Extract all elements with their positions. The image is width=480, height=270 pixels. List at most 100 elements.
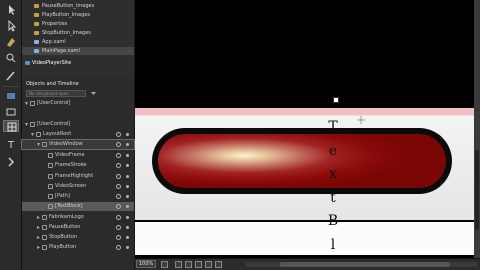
- project-item[interactable]: PlayButton_Images: [22, 11, 134, 19]
- zoom-level-field[interactable]: 100%: [136, 260, 156, 268]
- resize-handle[interactable]: [333, 97, 339, 103]
- lock-dot-icon[interactable]: [126, 154, 129, 157]
- tree-row[interactable]: FrameStroke: [22, 161, 134, 170]
- rectangle-tool-icon[interactable]: [3, 106, 19, 118]
- collapsed-arrow-icon[interactable]: [37, 226, 40, 229]
- tree-row-label: FrameHighlight: [55, 173, 94, 179]
- project-item[interactable]: App.xaml: [22, 38, 134, 46]
- visibility-eye-icon[interactable]: [116, 204, 121, 209]
- tree-row[interactable]: PlayButton: [22, 243, 134, 252]
- svg-text:T: T: [7, 140, 15, 150]
- collapsed-arrow-icon[interactable]: [37, 246, 40, 249]
- pan-tool-icon[interactable]: [3, 36, 19, 48]
- project-item[interactable]: VideoPlayerSite: [22, 59, 134, 67]
- xaml-file-icon: [34, 40, 39, 44]
- shape-icon: [48, 174, 53, 179]
- expand-arrow-icon[interactable]: [37, 143, 40, 146]
- project-item[interactable]: Properties: [22, 20, 134, 28]
- toolbar-divider: [3, 86, 19, 87]
- textblock-vertical[interactable]: T e x t B l: [325, 116, 341, 258]
- textblock-icon: [48, 204, 53, 209]
- text-letter: e: [328, 142, 338, 159]
- artboard[interactable]: T e x t B l: [135, 0, 480, 258]
- tree-row[interactable]: VideoFrame: [22, 151, 134, 160]
- direct-select-tool-icon[interactable]: [3, 20, 19, 32]
- visibility-eye-icon[interactable]: [116, 194, 121, 199]
- tree-row[interactable]: VideoScreen: [22, 182, 134, 191]
- project-item[interactable]: PauseButton_Images: [22, 2, 134, 10]
- lock-dot-icon[interactable]: [126, 226, 129, 229]
- tree-row[interactable]: FrameHighlight: [22, 172, 134, 181]
- lock-dot-icon[interactable]: [126, 175, 129, 178]
- video-screen[interactable]: [158, 134, 446, 188]
- collapsed-arrow-icon[interactable]: [37, 236, 40, 239]
- visibility-eye-icon[interactable]: [116, 142, 121, 147]
- effects-toggle-icon[interactable]: [205, 261, 212, 268]
- artboard-scroll-thumb[interactable]: [475, 150, 479, 230]
- text-letter: B: [327, 213, 339, 230]
- visibility-eye-icon[interactable]: [116, 174, 121, 179]
- visibility-eye-icon[interactable]: [116, 153, 121, 158]
- show-grid-icon[interactable]: [185, 261, 192, 268]
- lock-dot-icon[interactable]: [126, 205, 129, 208]
- tree-row-selected[interactable]: [TextBlock]: [22, 202, 134, 211]
- expand-arrow-icon[interactable]: [25, 102, 28, 105]
- visibility-eye-icon[interactable]: [116, 132, 121, 137]
- tree-row[interactable]: [Path]: [22, 192, 134, 201]
- horizontal-scroll-thumb[interactable]: [280, 262, 450, 267]
- button-icon: [42, 235, 47, 240]
- grid-icon: [42, 142, 47, 147]
- folder-icon: [34, 22, 39, 26]
- project-item-selected[interactable]: MainPage.xaml: [22, 47, 134, 55]
- expand-arrow-icon[interactable]: [25, 123, 28, 126]
- lock-dot-icon[interactable]: [126, 236, 129, 239]
- lock-dot-icon[interactable]: [126, 164, 129, 167]
- snap-lines-icon[interactable]: [195, 261, 202, 268]
- lock-dot-icon[interactable]: [126, 143, 129, 146]
- project-item-label: StopButton_Images: [42, 30, 91, 36]
- project-item[interactable]: StopButton_Images: [22, 29, 134, 37]
- shape-icon: [48, 184, 53, 189]
- tree-row[interactable]: [UserControl]: [22, 99, 134, 108]
- lock-dot-icon[interactable]: [126, 195, 129, 198]
- tree-row[interactable]: LayoutRoot: [22, 130, 134, 139]
- zoom-menu-icon[interactable]: [161, 261, 168, 268]
- tree-row-label: [UserControl]: [37, 121, 71, 127]
- tree-row[interactable]: FabrikamLogo: [22, 213, 134, 222]
- selection-tool-icon[interactable]: [3, 4, 19, 16]
- text-letter: l: [330, 236, 336, 253]
- button-icon: [42, 225, 47, 230]
- text-tool-icon[interactable]: T: [3, 138, 19, 150]
- annotations-toggle-icon[interactable]: [215, 261, 222, 268]
- lock-dot-icon[interactable]: [126, 133, 129, 136]
- pen-tool-icon[interactable]: [3, 70, 19, 82]
- lock-dot-icon[interactable]: [126, 185, 129, 188]
- visibility-eye-icon[interactable]: [116, 215, 121, 220]
- visibility-eye-icon[interactable]: [116, 163, 121, 168]
- storyboard-menu-icon[interactable]: [90, 90, 97, 97]
- tree-row[interactable]: StopButton: [22, 233, 134, 242]
- tree-row-label: FrameStroke: [55, 162, 87, 168]
- visibility-eye-icon[interactable]: [116, 235, 121, 240]
- tree-row-label: PauseButton: [49, 224, 81, 230]
- lock-dot-icon[interactable]: [126, 246, 129, 249]
- storyboard-picker[interactable]: No storyboard open: [26, 90, 86, 97]
- paint-bucket-tool-icon[interactable]: [3, 90, 19, 102]
- panel-title: Objects and Timeline: [26, 81, 79, 87]
- expand-arrow-icon[interactable]: [31, 133, 34, 136]
- usercontrol-icon: [30, 101, 35, 106]
- asset-tool-icon[interactable]: [3, 156, 19, 168]
- visibility-eye-icon[interactable]: [116, 184, 121, 189]
- tree-row-label: FabrikamLogo: [49, 214, 84, 220]
- lock-dot-icon[interactable]: [126, 216, 129, 219]
- visibility-eye-icon[interactable]: [116, 225, 121, 230]
- text-letter: t: [330, 189, 336, 206]
- zoom-tool-icon[interactable]: [3, 52, 19, 64]
- visibility-eye-icon[interactable]: [116, 245, 121, 250]
- tree-row-highlighted[interactable]: VideoWindow: [21, 139, 135, 150]
- tree-row[interactable]: PauseButton: [22, 223, 134, 232]
- grid-tool-icon[interactable]: [3, 120, 19, 132]
- tree-row[interactable]: [UserControl]: [22, 120, 134, 129]
- snap-grid-icon[interactable]: [175, 261, 182, 268]
- collapsed-arrow-icon[interactable]: [37, 216, 40, 219]
